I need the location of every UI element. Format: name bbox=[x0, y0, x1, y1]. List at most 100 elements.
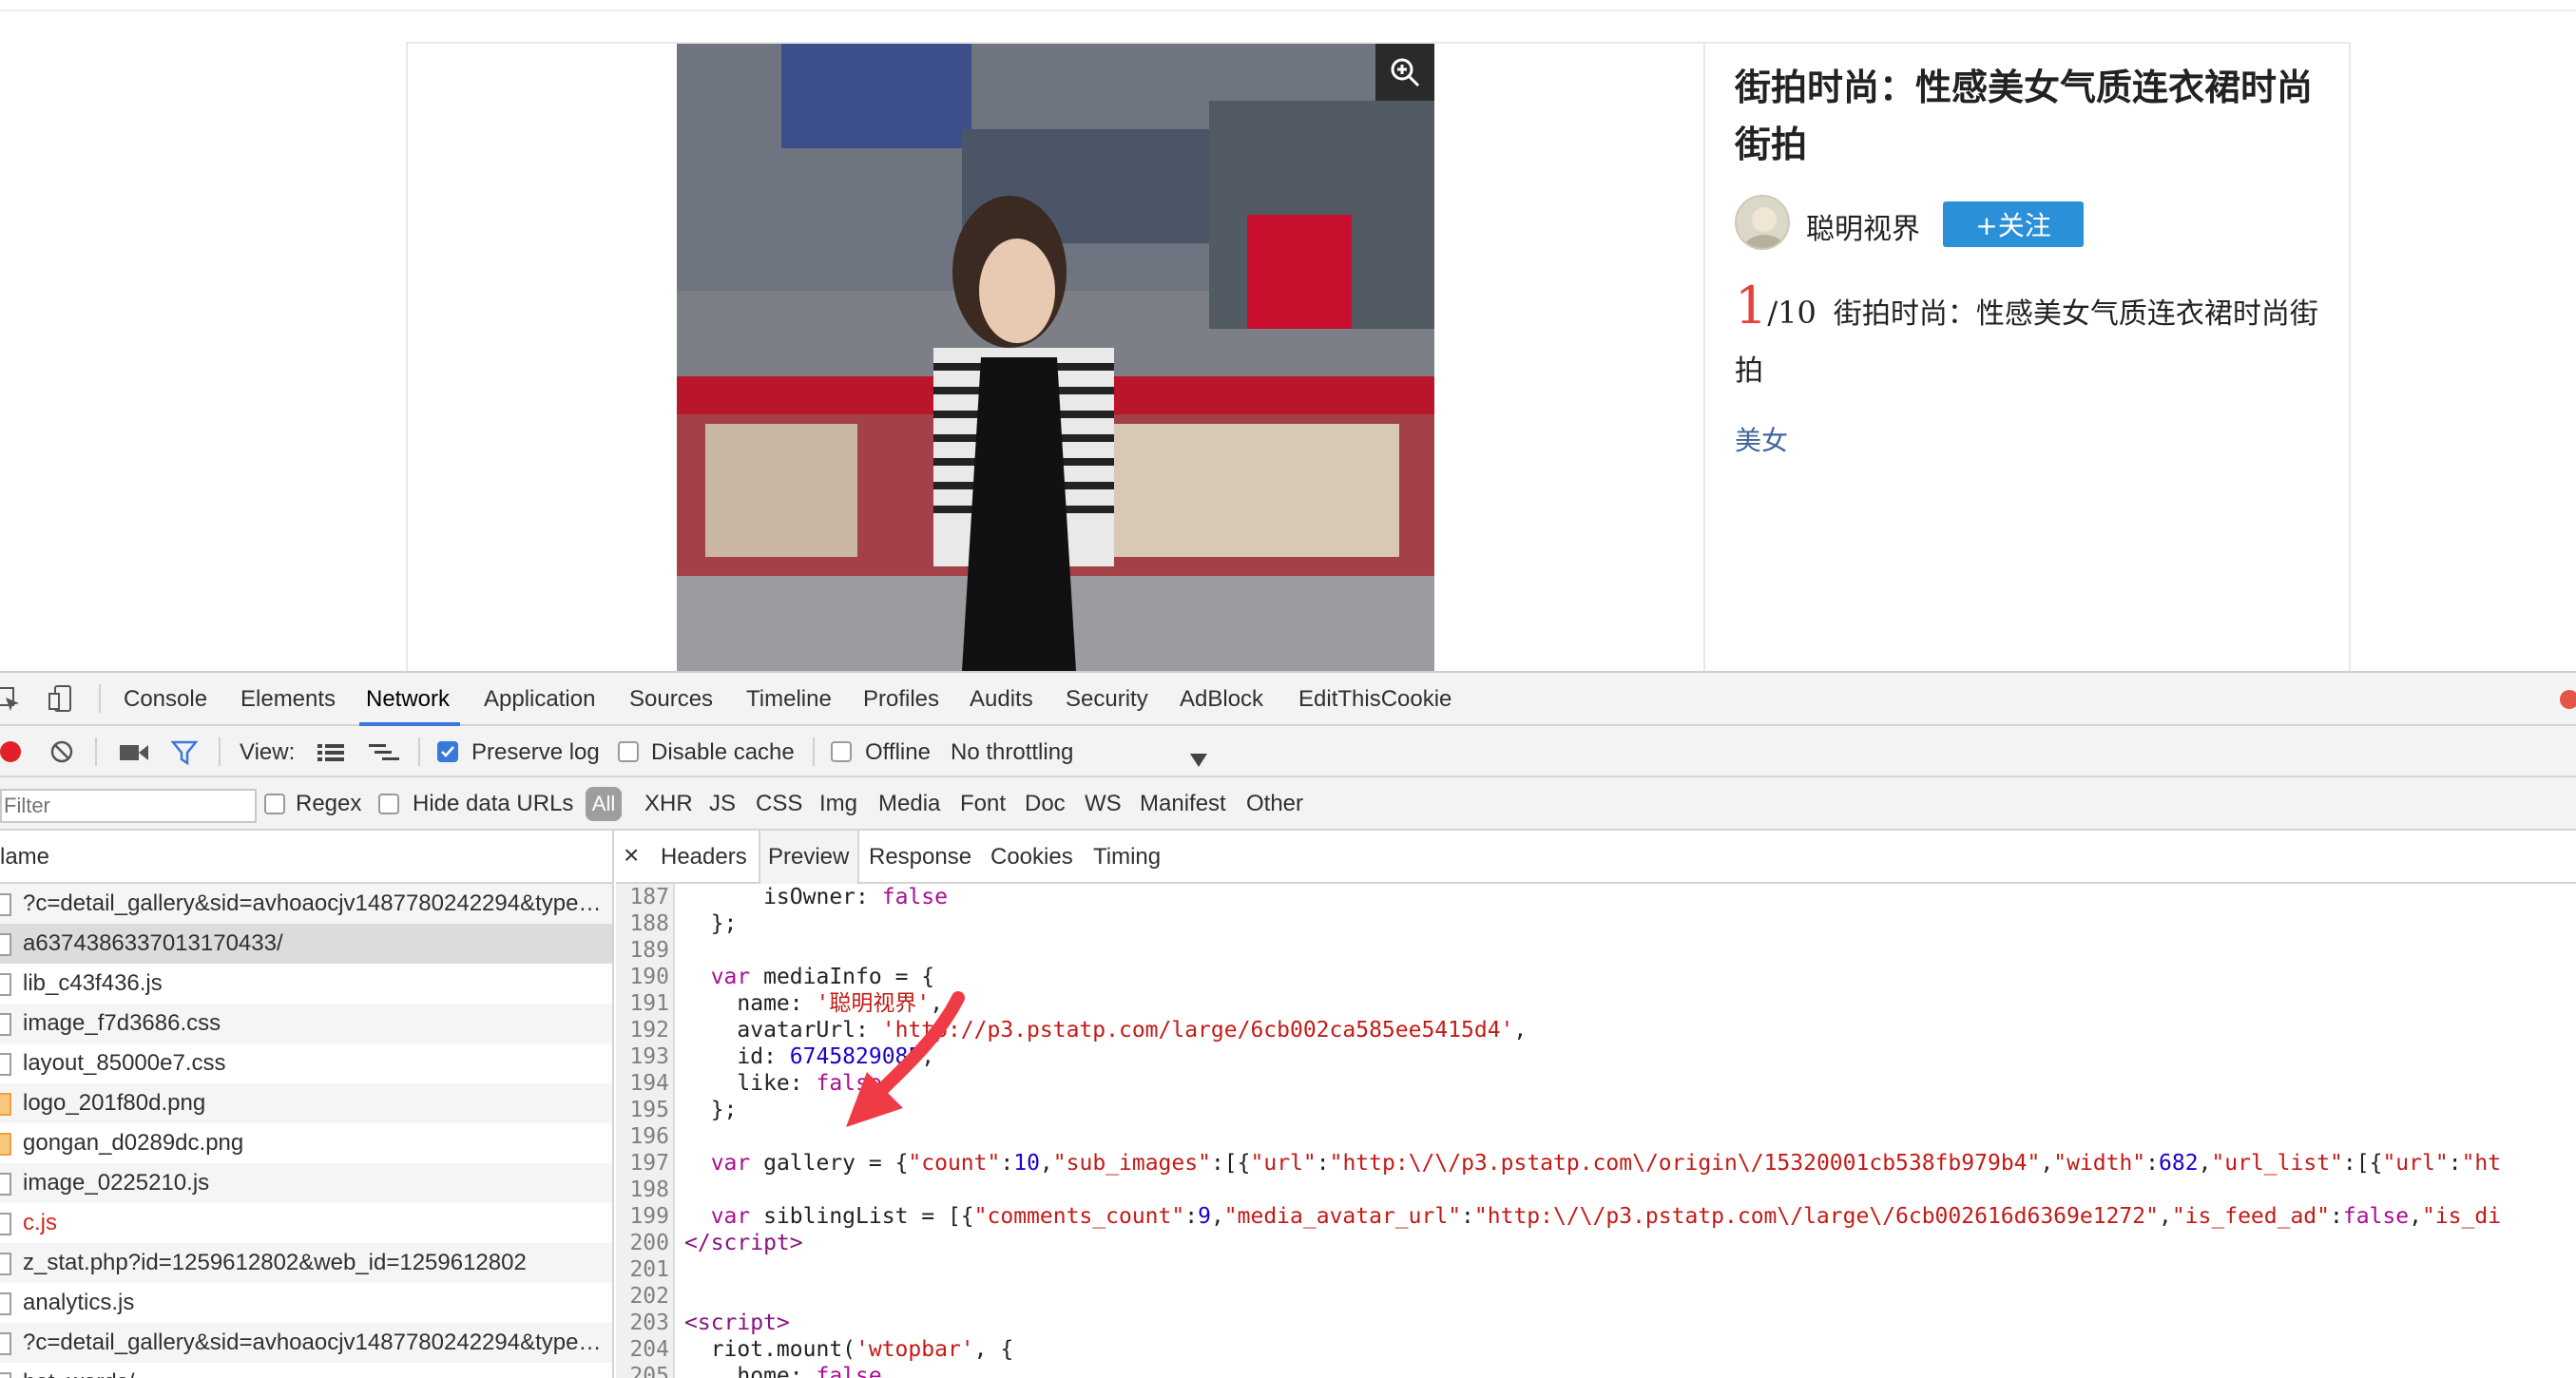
clear-icon[interactable] bbox=[49, 739, 74, 771]
image-counter: 1/10 街拍时尚：性感美女气质连衣裙时尚街拍 bbox=[1735, 278, 2324, 400]
device-toolbar-icon[interactable] bbox=[48, 684, 74, 719]
overview-icon[interactable] bbox=[369, 742, 399, 770]
filter-media[interactable]: Media bbox=[878, 791, 940, 817]
capture-screenshots-icon[interactable] bbox=[120, 742, 148, 770]
tab-audits[interactable]: Audits bbox=[970, 686, 1033, 713]
code-line: 197 var gallery = {"count":10,"sub_image… bbox=[616, 1150, 2576, 1177]
chevron-down-icon[interactable] bbox=[1190, 747, 1207, 774]
follow-button[interactable]: +关注 bbox=[1943, 201, 2084, 247]
request-row[interactable]: lib_c43f436.js bbox=[0, 964, 612, 1004]
subtab-preview[interactable]: Preview bbox=[768, 844, 849, 871]
line-number: 190 bbox=[629, 965, 669, 989]
file-icon bbox=[0, 1053, 11, 1076]
filter-js[interactable]: JS bbox=[709, 791, 736, 817]
tab-network[interactable]: Network bbox=[366, 686, 450, 713]
filter-font[interactable]: Font bbox=[960, 791, 1006, 817]
code-text: isOwner: false bbox=[684, 885, 948, 909]
throttling-select[interactable]: No throttling bbox=[951, 739, 1073, 766]
zoom-in-icon[interactable] bbox=[1375, 44, 1434, 101]
request-row[interactable]: a6374386337013170433/ bbox=[0, 924, 612, 964]
request-row[interactable]: ?c=detail_gallery&sid=avhoaocjv148778024… bbox=[0, 1323, 612, 1363]
tab-editthiscookie[interactable]: EditThisCookie bbox=[1298, 686, 1451, 713]
filter-doc[interactable]: Doc bbox=[1025, 791, 1066, 817]
request-row[interactable]: gongan_d0289dc.png bbox=[0, 1123, 612, 1163]
tab-profiles[interactable]: Profiles bbox=[863, 686, 939, 713]
filter-icon[interactable] bbox=[170, 740, 199, 772]
card-divider bbox=[1703, 44, 1705, 671]
view-label: View: bbox=[240, 739, 296, 765]
code-text: riot.mount('wtopbar', { bbox=[684, 1337, 1014, 1362]
author-avatar[interactable] bbox=[1735, 195, 1790, 250]
request-row[interactable]: c.js bbox=[0, 1203, 612, 1243]
name-column-header[interactable]: lame bbox=[0, 831, 614, 884]
tab-timeline[interactable]: Timeline bbox=[746, 686, 832, 713]
offline-label[interactable]: Offline bbox=[865, 739, 931, 766]
request-name: image_0225210.js bbox=[23, 1170, 210, 1196]
subtab-timing[interactable]: Timing bbox=[1093, 844, 1161, 871]
large-rows-icon[interactable] bbox=[317, 742, 344, 770]
line-number: 188 bbox=[629, 911, 669, 936]
line-number: 204 bbox=[629, 1337, 669, 1362]
request-name: lib_c43f436.js bbox=[23, 970, 163, 996]
request-row[interactable]: layout_85000e7.css bbox=[0, 1043, 612, 1083]
filter-ws[interactable]: WS bbox=[1085, 791, 1122, 817]
request-name: a6374386337013170433/ bbox=[23, 930, 283, 956]
preserve-log-checkbox[interactable] bbox=[437, 741, 458, 762]
request-name: layout_85000e7.css bbox=[23, 1050, 226, 1076]
tab-elements[interactable]: Elements bbox=[240, 686, 336, 713]
file-icon bbox=[0, 1372, 11, 1378]
devtools-tabbar: Console Elements Network Application Sou… bbox=[0, 673, 2576, 726]
inspect-icon[interactable] bbox=[0, 686, 21, 719]
filter-input[interactable] bbox=[0, 789, 257, 823]
filter-other[interactable]: Other bbox=[1246, 791, 1303, 817]
file-icon bbox=[0, 933, 11, 956]
close-icon[interactable] bbox=[2560, 690, 2576, 709]
close-preview-icon[interactable]: × bbox=[624, 840, 639, 871]
regex-label[interactable]: Regex bbox=[296, 791, 361, 817]
gallery-photo[interactable] bbox=[677, 44, 1434, 671]
filter-css[interactable]: CSS bbox=[756, 791, 802, 817]
article-page: 街拍时尚：性感美女气质连衣裙时尚街拍 聪明视界 +关注 1/10 街拍时尚：性感美… bbox=[0, 0, 2576, 707]
regex-checkbox[interactable] bbox=[264, 794, 285, 814]
subtab-cookies[interactable]: Cookies bbox=[990, 844, 1073, 871]
tab-security[interactable]: Security bbox=[1066, 686, 1148, 713]
request-row[interactable]: z_stat.php?id=1259612802&web_id=12596128… bbox=[0, 1243, 612, 1283]
request-row[interactable]: logo_201f80d.png bbox=[0, 1083, 612, 1123]
file-icon bbox=[0, 1213, 11, 1235]
request-row[interactable]: analytics.js bbox=[0, 1283, 612, 1323]
tab-adblock[interactable]: AdBlock bbox=[1180, 686, 1263, 713]
disable-cache-label[interactable]: Disable cache bbox=[651, 739, 795, 766]
filter-img[interactable]: Img bbox=[819, 791, 857, 817]
preserve-log-label[interactable]: Preserve log bbox=[471, 739, 600, 766]
current-index: 1 bbox=[1735, 276, 1768, 335]
disable-cache-checkbox[interactable] bbox=[618, 741, 639, 762]
record-icon[interactable] bbox=[0, 741, 21, 762]
toolbar-separator bbox=[219, 737, 221, 766]
filter-all-button[interactable]: All bbox=[586, 787, 622, 821]
request-name: analytics.js bbox=[23, 1290, 135, 1315]
tab-console[interactable]: Console bbox=[124, 686, 207, 713]
line-number: 200 bbox=[629, 1231, 669, 1255]
request-row[interactable]: ?c=detail_gallery&sid=avhoaocjv148778024… bbox=[0, 884, 612, 924]
line-number: 187 bbox=[629, 885, 669, 909]
line-number: 194 bbox=[629, 1071, 669, 1096]
author-name[interactable]: 聪明视界 bbox=[1806, 205, 1920, 247]
code-text: }; bbox=[684, 1098, 738, 1122]
request-name: hot_words/ bbox=[23, 1369, 134, 1378]
request-name: logo_201f80d.png bbox=[23, 1090, 206, 1116]
filter-xhr[interactable]: XHR bbox=[644, 791, 693, 817]
tab-separator bbox=[99, 684, 101, 713]
hide-data-urls-label[interactable]: Hide data URLs bbox=[413, 791, 573, 817]
tab-sources[interactable]: Sources bbox=[629, 686, 713, 713]
filter-manifest[interactable]: Manifest bbox=[1140, 791, 1226, 817]
subtab-response[interactable]: Response bbox=[869, 844, 971, 871]
code-text: </script> bbox=[684, 1231, 803, 1255]
offline-checkbox[interactable] bbox=[831, 741, 852, 762]
hide-data-urls-checkbox[interactable] bbox=[378, 794, 399, 814]
request-name: ?c=detail_gallery&sid=avhoaocjv148778024… bbox=[23, 890, 602, 916]
tag-link[interactable]: 美女 bbox=[1735, 420, 1788, 458]
subtab-headers[interactable]: Headers bbox=[661, 844, 747, 871]
request-row[interactable]: image_f7d3686.css bbox=[0, 1004, 612, 1043]
request-row[interactable]: image_0225210.js bbox=[0, 1163, 612, 1203]
tab-application[interactable]: Application bbox=[484, 686, 595, 713]
